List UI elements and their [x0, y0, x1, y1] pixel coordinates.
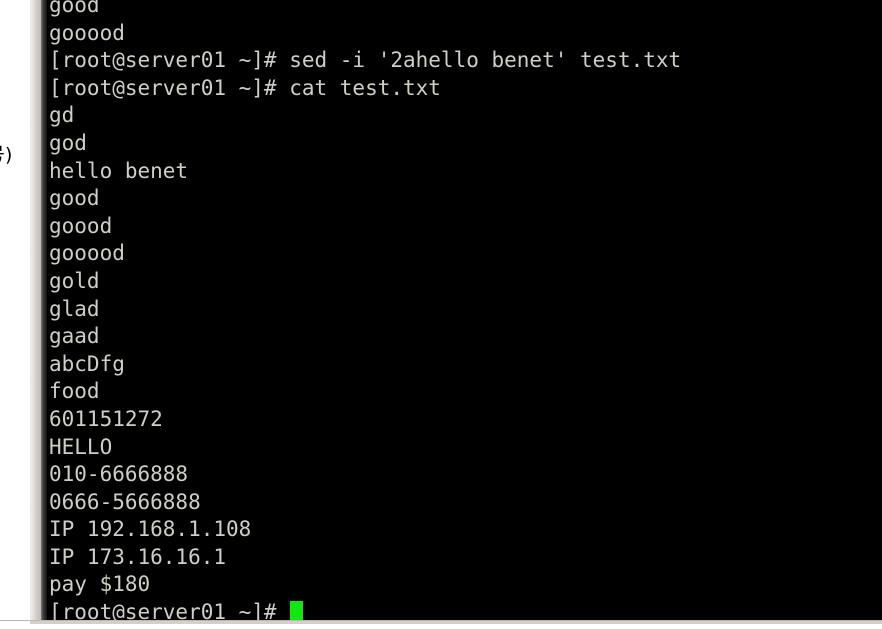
- terminal-line-text: [root@server01 ~]# cat test.txt: [49, 75, 441, 100]
- terminal-line-output: IP 173.16.16.1: [47, 544, 882, 572]
- document-margin-note: 号): [0, 144, 13, 166]
- terminal-line-text: abcDfg: [49, 351, 125, 376]
- terminal-line-text: food: [49, 379, 100, 404]
- terminal-line-output: goood: [47, 213, 882, 241]
- terminal-line-prompt: [root@server01 ~]#: [47, 599, 882, 620]
- terminal-line-output: glad: [47, 296, 882, 324]
- terminal-cursor: [290, 601, 304, 620]
- terminal-line-output: gd: [47, 102, 882, 130]
- terminal-line-output: HELLO: [47, 434, 882, 462]
- terminal-line-output: gooood: [47, 20, 882, 48]
- terminal-line-text: good: [49, 186, 100, 211]
- terminal-line-text: 0666-5666888: [49, 489, 201, 514]
- terminal-line-output: 010-6666888: [47, 461, 882, 489]
- terminal-line-text: gooood: [49, 241, 125, 266]
- terminal-line-text: gooood: [49, 20, 125, 45]
- terminal-line-text: gd: [49, 103, 75, 128]
- terminal-line-text: [root@server01 ~]#: [49, 600, 290, 620]
- document-left-margin: 号): [0, 0, 30, 628]
- terminal-line-output: gold: [47, 268, 882, 296]
- terminal-line-text: good: [49, 0, 100, 17]
- terminal-line-text: gaad: [49, 324, 100, 349]
- terminal-line-command: [root@server01 ~]# cat test.txt: [47, 75, 882, 103]
- terminal-line-text: glad: [49, 296, 100, 321]
- terminal-screen[interactable]: good gooood [root@server01 ~]# sed -i '2ah…: [47, 0, 882, 620]
- terminal-line-output: pay $180: [47, 571, 882, 599]
- terminal-line-output: abcDfg: [47, 351, 882, 379]
- terminal-line-output: good: [47, 185, 882, 213]
- window-bottom-border-inner: [30, 621, 882, 624]
- terminal-line-text: gold: [49, 268, 100, 293]
- terminal-line-output: hello benet: [47, 158, 882, 186]
- terminal-line-output: god: [47, 130, 882, 158]
- terminal-line-output: food: [47, 378, 882, 406]
- terminal-line-output: gooood: [47, 240, 882, 268]
- terminal-line-text: 601151272: [49, 406, 163, 431]
- terminal-line-text: 010-6666888: [49, 462, 189, 487]
- terminal-line-text: goood: [49, 213, 113, 238]
- terminal-line-text: god: [49, 130, 87, 155]
- terminal-line-text: pay $180: [49, 572, 151, 597]
- terminal-line-command: [root@server01 ~]# sed -i '2ahello benet…: [47, 47, 882, 75]
- terminal-line-text: hello benet: [49, 158, 189, 183]
- terminal-line-text: IP 192.168.1.108: [49, 517, 252, 542]
- terminal-line-text: [root@server01 ~]# sed -i '2ahello benet…: [49, 48, 682, 73]
- terminal-line-text: HELLO: [49, 434, 113, 459]
- terminal-line-output: 601151272: [47, 406, 882, 434]
- terminal-window[interactable]: good gooood [root@server01 ~]# sed -i '2ah…: [47, 0, 882, 620]
- terminal-line-output: good: [47, 0, 882, 20]
- terminal-line-output: 0666-5666888: [47, 489, 882, 517]
- terminal-line-output: gaad: [47, 323, 882, 351]
- terminal-line-output: IP 192.168.1.108: [47, 516, 882, 544]
- screenshot-canvas: 号) good gooood [root@server01 ~]# sed -i '…: [0, 0, 882, 629]
- terminal-line-text: IP 173.16.16.1: [49, 544, 227, 569]
